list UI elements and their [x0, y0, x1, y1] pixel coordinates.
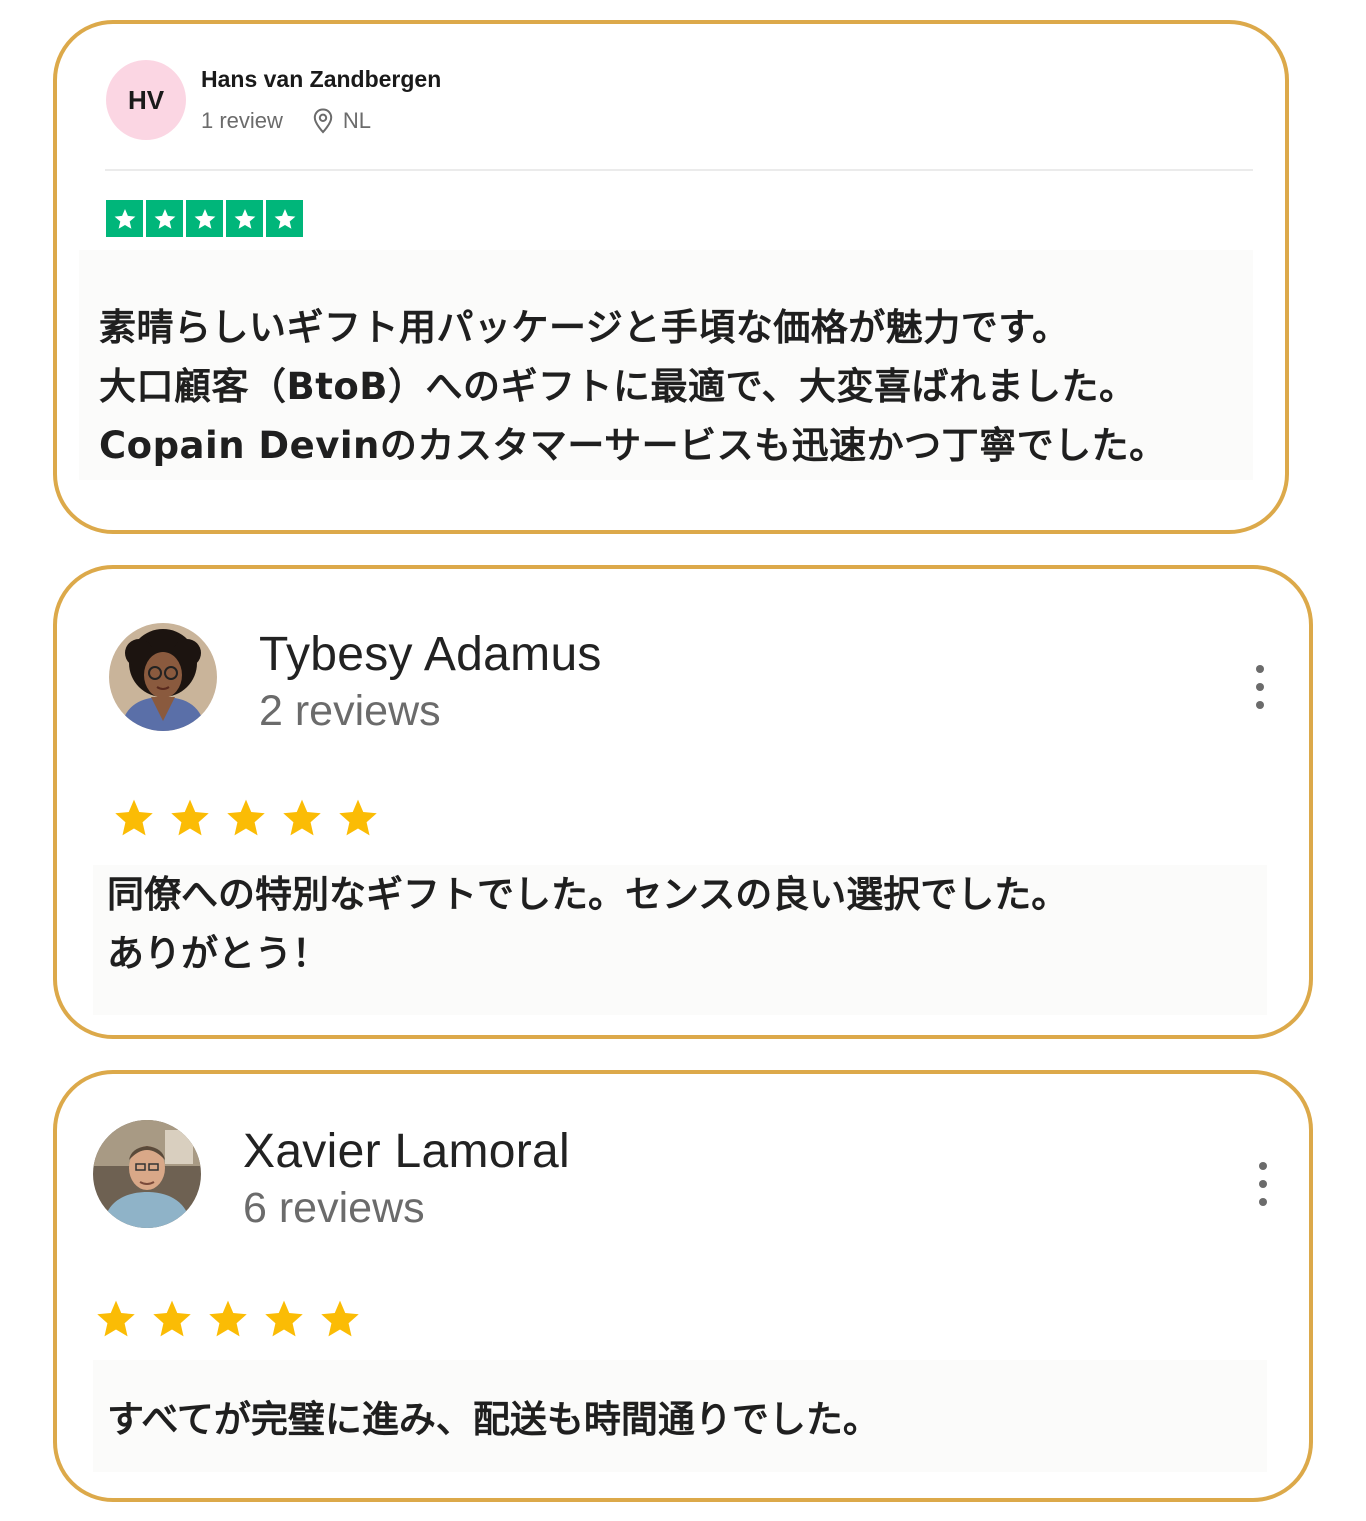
star-icon — [266, 200, 303, 237]
review-card: HV Hans van Zandbergen 1 review NL 素晴らしい… — [53, 20, 1289, 534]
star-rating — [95, 1298, 361, 1340]
star-icon — [153, 1300, 191, 1337]
review-count: 1 review — [201, 108, 283, 133]
star-rating — [106, 200, 303, 237]
more-options-icon[interactable] — [1256, 1162, 1270, 1206]
star-rating — [113, 797, 379, 839]
review-card: Xavier Lamoral 6 reviews すべてが完璧に進み、配送も時間… — [53, 1070, 1313, 1502]
review-text: 素晴らしいギフト用パッケージと手頃な価格が魅力です。 大口顧客（BtoB）へのギ… — [79, 250, 1253, 480]
avatar[interactable]: HV — [106, 60, 186, 140]
avatar[interactable] — [109, 623, 217, 731]
star-icon — [97, 1300, 135, 1337]
divider — [105, 169, 1253, 171]
star-icon — [186, 200, 223, 237]
reviewer-location: NL — [342, 108, 372, 133]
review-card: Tybesy Adamus 2 reviews 同僚への特別なギフトでした。セン… — [53, 565, 1313, 1039]
reviewer-name[interactable]: Tybesy Adamus — [259, 627, 602, 682]
avatar[interactable] — [93, 1120, 201, 1228]
location-pin-icon — [313, 108, 333, 134]
star-icon — [171, 799, 209, 836]
star-icon — [283, 799, 321, 836]
star-icon — [209, 1300, 247, 1337]
review-text: すべてが完璧に進み、配送も時間通りでした。 — [93, 1360, 1267, 1472]
star-icon — [339, 799, 377, 836]
star-icon — [146, 200, 183, 237]
star-icon — [321, 1300, 359, 1337]
review-text: 同僚への特別なギフトでした。センスの良い選択でした。 ありがとう！ — [93, 865, 1267, 1015]
star-icon — [226, 200, 263, 237]
reviewer-name[interactable]: Hans van Zandbergen — [201, 66, 441, 93]
more-options-icon[interactable] — [1253, 665, 1267, 709]
star-icon — [227, 799, 265, 836]
reviewer-meta: 1 review NL — [201, 108, 371, 134]
review-count: 2 reviews — [259, 687, 441, 735]
star-icon — [265, 1300, 303, 1337]
star-icon — [115, 799, 153, 836]
reviewer-name[interactable]: Xavier Lamoral — [243, 1124, 570, 1179]
star-icon — [106, 200, 143, 237]
review-count: 6 reviews — [243, 1184, 425, 1232]
